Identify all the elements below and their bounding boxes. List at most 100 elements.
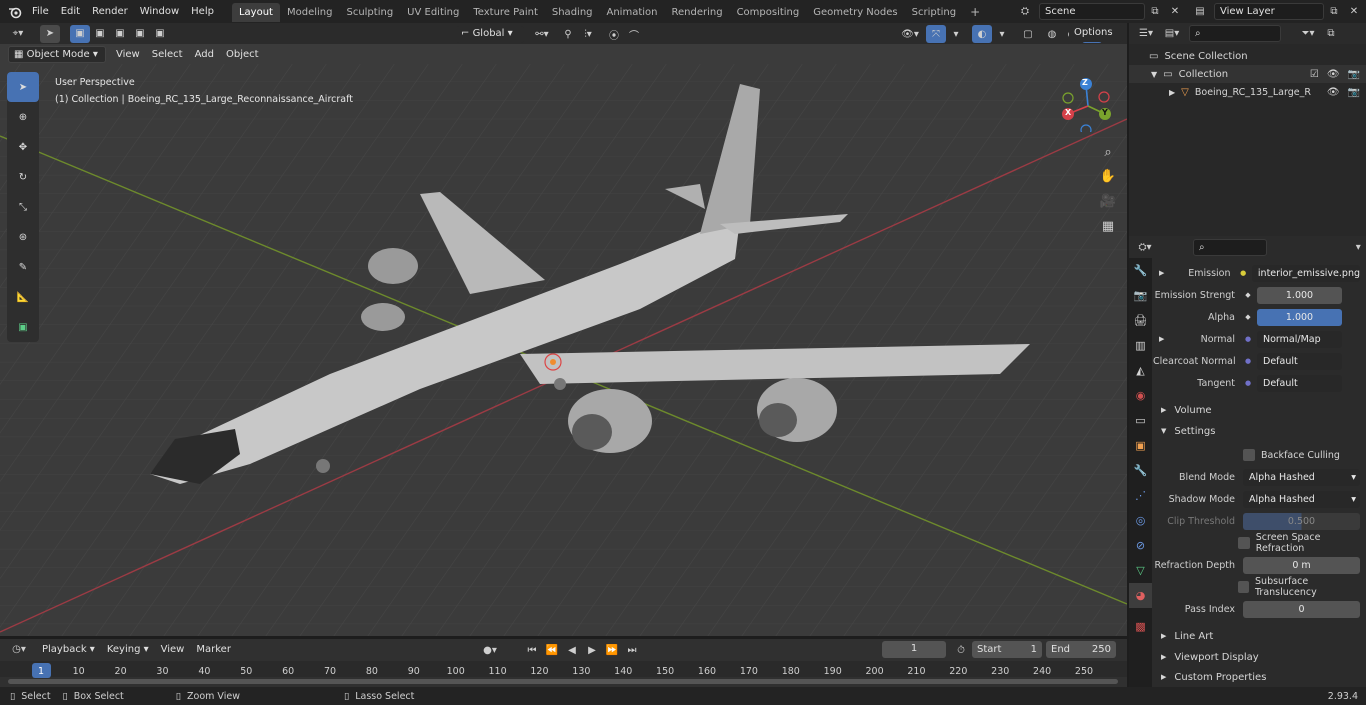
visibility-icon[interactable]: 👁▾ (900, 25, 920, 43)
expand-object-icon[interactable]: ▶ (1169, 88, 1175, 97)
scene-tab-icon[interactable]: ◭ (1129, 358, 1152, 383)
object-visibility-eye-icon[interactable]: 👁 (1327, 87, 1340, 98)
subsurface-row[interactable]: Subsurface Translucency (1153, 576, 1366, 598)
texture-tab-icon[interactable]: ▩ (1129, 614, 1152, 639)
current-frame-field[interactable]: 1 (882, 641, 946, 658)
exclude-checkbox-icon[interactable]: ☑ (1310, 69, 1319, 80)
3d-viewport[interactable]: User Perspective (1) Collection | Boeing… (0, 44, 1127, 636)
tab-modeling[interactable]: Modeling (280, 3, 340, 22)
outliner-row-collection[interactable]: ▼ ▭ Collection ☑ 👁 📷 (1129, 65, 1366, 83)
play-icon[interactable]: ▶ (582, 641, 602, 659)
timeline-editor-icon[interactable]: ◷▾ (6, 641, 32, 659)
record-icon[interactable]: ●▾ (480, 641, 500, 659)
properties-editor-icon[interactable]: ⛭▾ (1135, 238, 1155, 256)
select-invert-icon[interactable]: ▣ (130, 25, 150, 43)
clip-threshold-slider[interactable]: 0.500 (1243, 512, 1360, 530)
visibility-eye-icon[interactable]: 👁 (1327, 69, 1340, 80)
gizmo-toggle-icon[interactable]: ⤧ (926, 25, 946, 43)
properties-options-icon[interactable]: ▾ (1351, 238, 1366, 256)
menu-window[interactable]: Window (134, 0, 185, 23)
scene-name-field[interactable]: Scene (1039, 2, 1145, 20)
backface-culling-checkbox[interactable] (1243, 449, 1255, 461)
transform-tool-icon[interactable]: ⊛ (7, 222, 39, 252)
normal-expand-icon[interactable]: ▶ (1153, 335, 1167, 343)
scale-tool-icon[interactable]: ⤡ (7, 192, 39, 222)
end-frame-field[interactable]: End 250 (1046, 641, 1116, 658)
navigation-gizmo[interactable]: Z Y X (1060, 76, 1116, 136)
normal-field[interactable]: Normal/Map (1257, 330, 1342, 348)
options-button[interactable]: Options ▾ (1069, 25, 1123, 53)
emission-field[interactable]: interior_emissive.png (1251, 264, 1360, 282)
pass-index-field[interactable]: 0 (1243, 600, 1360, 618)
expand-collection-icon[interactable]: ▼ (1151, 70, 1157, 79)
backface-culling-row[interactable]: Backface Culling (1153, 445, 1366, 465)
delete-scene-icon[interactable]: ✕ (1165, 2, 1185, 20)
object-menu[interactable]: Object (220, 46, 265, 63)
tab-shading[interactable]: Shading (545, 3, 600, 22)
wireframe-shading-icon[interactable]: ◍ (1042, 25, 1062, 43)
subsurface-checkbox[interactable] (1237, 581, 1250, 593)
add-cube-tool-icon[interactable]: ▣ (7, 312, 39, 342)
tab-animation[interactable]: Animation (600, 3, 665, 22)
physics-tab-icon[interactable]: ◎ (1129, 508, 1152, 533)
object-tab-icon[interactable]: ▣ (1129, 433, 1152, 458)
measure-tool-icon[interactable]: 📐 (7, 282, 39, 312)
cursor-tool-icon[interactable]: ⊕ (7, 102, 39, 132)
render-tab-icon[interactable]: 📷 (1129, 283, 1152, 308)
new-scene-icon[interactable]: ⧉ (1145, 2, 1165, 20)
outliner-search-input[interactable]: ⌕ (1189, 25, 1281, 42)
camera-view-icon[interactable]: 🎥 (1097, 190, 1119, 212)
tool-tab-icon[interactable]: 🔧 (1129, 258, 1152, 283)
pan-hand-icon[interactable]: ✋ (1097, 165, 1119, 187)
menu-help[interactable]: Help (185, 0, 220, 23)
scene-icon[interactable]: ⛭ (1013, 2, 1037, 20)
preview-range-icon[interactable]: ⏱ (951, 641, 971, 659)
pivot-icon[interactable]: ⚯▾ (532, 25, 552, 43)
blender-logo-icon[interactable] (4, 3, 26, 21)
tab-texture-paint[interactable]: Texture Paint (466, 3, 545, 22)
tab-compositing[interactable]: Compositing (730, 3, 807, 22)
settings-panel-header[interactable]: ▼ Settings (1153, 421, 1366, 441)
overlays-dropdown-icon[interactable]: ▾ (992, 25, 1012, 43)
new-view-layer-icon[interactable]: ⧉ (1324, 2, 1344, 20)
view-layer-field[interactable]: View Layer (1214, 2, 1324, 20)
editor-type-icon[interactable]: ⌖▾ (6, 25, 30, 43)
playback-menu[interactable]: Playback ▾ (36, 639, 101, 660)
menu-edit[interactable]: Edit (55, 0, 86, 23)
keying-menu[interactable]: Keying ▾ (101, 639, 155, 660)
data-tab-icon[interactable]: ▽ (1129, 558, 1152, 583)
move-tool-icon[interactable]: ✥ (7, 132, 39, 162)
add-menu[interactable]: Add (189, 46, 220, 63)
modifier-tab-icon[interactable]: 🔧 (1129, 458, 1152, 483)
tab-sculpting[interactable]: Sculpting (339, 3, 400, 22)
collection-tab-icon[interactable]: ▭ (1129, 408, 1152, 433)
line-art-panel-header[interactable]: ▶ Line Art (1153, 626, 1366, 646)
display-mode-icon[interactable]: ▤▾ (1159, 25, 1185, 43)
shadow-mode-dropdown[interactable]: Alpha Hashed ▾ (1243, 490, 1360, 508)
world-tab-icon[interactable]: ◉ (1129, 383, 1152, 408)
marker-menu[interactable]: Marker (190, 639, 237, 660)
outliner-row-scene-collection[interactable]: ▭ Scene Collection (1129, 47, 1366, 65)
select-menu[interactable]: Select (146, 46, 189, 63)
gizmo-dropdown-icon[interactable]: ▾ (946, 25, 966, 43)
view-menu[interactable]: View (110, 46, 146, 63)
output-tab-icon[interactable]: 🖨 (1129, 308, 1152, 333)
select-intersect-icon[interactable]: ▣ (150, 25, 170, 43)
tab-geometry-nodes[interactable]: Geometry Nodes (806, 3, 904, 22)
new-collection-icon[interactable]: ⧉ (1321, 25, 1341, 43)
select-extend-icon[interactable]: ▣ (90, 25, 110, 43)
ssr-row[interactable]: Screen Space Refraction (1153, 532, 1366, 554)
clearcoat-normal-field[interactable]: Default (1257, 352, 1342, 370)
menu-file[interactable]: File (26, 0, 55, 23)
select-new-icon[interactable]: ▣ (70, 24, 90, 43)
annotate-tool-icon[interactable]: ✎ (7, 252, 39, 282)
select-box-tool-icon[interactable]: ➤ (7, 72, 39, 102)
jump-end-icon[interactable]: ⏭ (622, 641, 642, 659)
falloff-icon[interactable]: ⌒ (624, 25, 644, 43)
tangent-field[interactable]: Default (1257, 374, 1342, 392)
rotate-tool-icon[interactable]: ↻ (7, 162, 39, 192)
render-camera-icon[interactable]: 📷 (1348, 69, 1360, 80)
tab-rendering[interactable]: Rendering (664, 3, 729, 22)
menu-render[interactable]: Render (86, 0, 134, 23)
outliner-row-object[interactable]: ▶ ▽ Boeing_RC_135_Large_R 👁 📷 (1129, 83, 1366, 101)
